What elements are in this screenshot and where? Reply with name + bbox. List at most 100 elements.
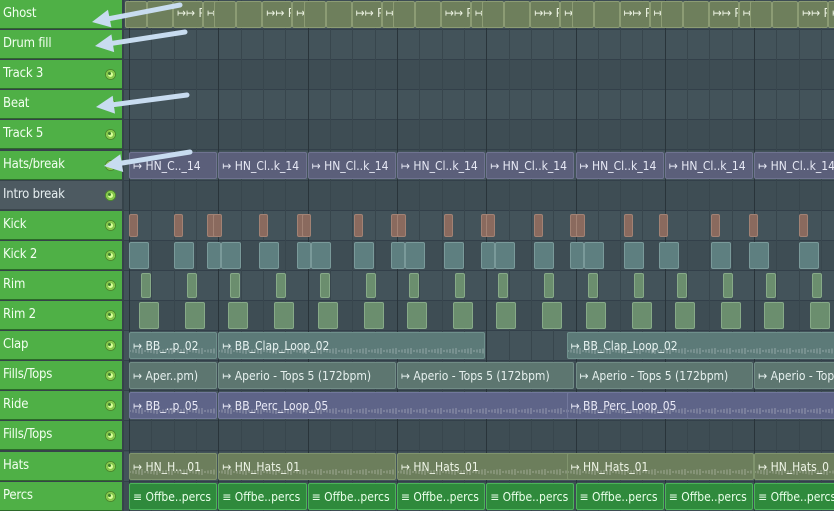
ride-clip[interactable]: ↦ BB_Perc_Loop_05	[218, 392, 576, 420]
rim-clip[interactable]	[408, 272, 419, 298]
track-mute-led-icon[interactable]	[106, 130, 115, 140]
playlist-lane[interactable]	[124, 421, 834, 452]
kick2-clip[interactable]	[584, 241, 604, 269]
kick2-clip[interactable]	[391, 241, 405, 269]
track-mute-led-icon[interactable]	[106, 311, 115, 320]
track-header[interactable]: Rim 2	[0, 301, 122, 330]
kick2-clip[interactable]	[624, 241, 644, 269]
ghost-pattern-clip[interactable]	[682, 1, 709, 29]
rim2-clip[interactable]	[810, 302, 831, 330]
track-mute-led-icon[interactable]	[106, 100, 115, 110]
ghost-pattern-clip[interactable]: ↦ P	[828, 1, 834, 29]
rim-clip[interactable]	[187, 272, 197, 298]
kick2-clip[interactable]	[711, 241, 731, 269]
rim-clip[interactable]	[230, 272, 241, 298]
percs-clip[interactable]: ≡ Offbe..percs	[218, 482, 307, 510]
percs-clip[interactable]: ≡ Offbe..percs	[486, 482, 575, 510]
ghost-pattern-clip[interactable]: ↦↦ P..	[708, 1, 739, 29]
rim-clip[interactable]	[319, 272, 330, 298]
playlist-lane[interactable]	[124, 120, 834, 151]
ghost-pattern-clip[interactable]	[414, 1, 441, 29]
rim2-clip[interactable]	[674, 302, 695, 330]
playlist-lane[interactable]	[124, 180, 834, 211]
hats-break-clip[interactable]: ↦ HN_Cl..k_14	[307, 151, 396, 179]
track-header[interactable]: Intro break	[0, 180, 122, 210]
hats-break-clip[interactable]: ↦ HN_C.._14	[129, 151, 218, 179]
track-header[interactable]: Ride	[0, 391, 122, 421]
kick-clip[interactable]	[259, 213, 268, 237]
ghost-pattern-clip[interactable]	[772, 1, 799, 29]
kick2-clip[interactable]	[799, 241, 819, 269]
rim2-clip[interactable]	[542, 302, 563, 330]
kick2-clip[interactable]	[311, 241, 331, 269]
rim-clip[interactable]	[498, 272, 509, 298]
playlist-lane[interactable]	[124, 210, 834, 241]
ghost-pattern-clip[interactable]	[504, 1, 531, 29]
hats-clip[interactable]: ↦ HN_H.._01	[129, 452, 218, 480]
rim2-clip[interactable]	[363, 302, 384, 330]
playlist-lane[interactable]	[124, 30, 834, 61]
ghost-pattern-clip[interactable]: ↦↦ P..	[262, 1, 293, 29]
kick2-clip[interactable]	[129, 241, 149, 269]
percs-clip[interactable]: ≡ Offbe..percs	[754, 482, 834, 510]
track-mute-led-icon[interactable]	[106, 461, 115, 471]
hats-break-clip[interactable]: ↦ HN_Cl..k_14	[754, 151, 834, 179]
rim-clip[interactable]	[812, 272, 823, 298]
hats-break-clip[interactable]: ↦ HN_Cl..k_14	[218, 151, 307, 179]
ghost-pattern-clip[interactable]	[750, 1, 773, 29]
playlist-lane[interactable]	[124, 90, 834, 121]
ghost-pattern-clip[interactable]	[593, 1, 620, 29]
track-header[interactable]: Rim	[0, 270, 122, 300]
hats-clip[interactable]: ↦ HN_Hats_01	[396, 452, 575, 480]
track-header[interactable]: Fills/Tops	[0, 361, 122, 391]
track-header[interactable]: Ghost	[0, 0, 122, 29]
kick2-clip[interactable]	[534, 241, 554, 269]
kick2-clip[interactable]	[495, 241, 515, 269]
rim2-clip[interactable]	[274, 302, 295, 330]
hats-clip[interactable]: ↦ HN_Hats_0	[754, 452, 834, 480]
kick2-clip[interactable]	[221, 241, 241, 269]
track-mute-led-icon[interactable]	[106, 220, 115, 230]
track-header[interactable]: Track 5	[0, 120, 122, 150]
ride-clip[interactable]: ↦ BB_..p_05	[129, 392, 218, 420]
fills-tops-clip[interactable]: ↦ Aperio - Tops 5 (172bpm)	[218, 362, 396, 390]
rim2-clip[interactable]	[631, 302, 652, 330]
ghost-pattern-clip[interactable]	[660, 1, 683, 29]
kick2-clip[interactable]	[259, 241, 279, 269]
ride-clip[interactable]: ↦ BB_Perc_Loop_05	[566, 392, 834, 420]
track-mute-led-icon[interactable]	[106, 190, 115, 200]
rim2-clip[interactable]	[139, 302, 159, 330]
fills-tops-clip[interactable]: ↦ Aperio - Tops 5 (172bpm)	[575, 362, 754, 390]
rim2-clip[interactable]	[317, 302, 338, 330]
kick-clip[interactable]	[486, 213, 495, 237]
ghost-pattern-clip[interactable]	[571, 1, 594, 29]
kick-clip[interactable]	[129, 213, 138, 237]
playlist-lane[interactable]	[124, 60, 834, 91]
fills-tops-clip[interactable]: ↦ Aperio - Top	[754, 362, 834, 390]
kick-clip[interactable]	[624, 213, 633, 237]
track-header[interactable]: Hats	[0, 451, 122, 481]
percs-clip[interactable]: ≡ Offbe..percs	[575, 482, 664, 510]
kick-clip[interactable]	[749, 213, 758, 237]
clap-clip[interactable]: ↦ BB_Clap_Loop_02	[218, 332, 485, 360]
hats-break-clip[interactable]: ↦ HN_Cl..k_14	[486, 151, 575, 179]
ghost-pattern-clip[interactable]: ↦↦ P..	[619, 1, 650, 29]
percs-clip[interactable]: ≡ Offbe..percs	[396, 482, 486, 510]
track-header[interactable]: Kick 2	[0, 240, 122, 270]
kick-clip[interactable]	[659, 213, 668, 237]
rim2-clip[interactable]	[452, 302, 473, 330]
hats-clip[interactable]: ↦ HN_Hats_01	[218, 452, 396, 480]
rim-clip[interactable]	[722, 272, 733, 298]
rim2-clip[interactable]	[720, 302, 741, 330]
kick-clip[interactable]	[576, 213, 585, 237]
kick2-clip[interactable]	[444, 241, 464, 269]
track-mute-led-icon[interactable]	[106, 160, 115, 170]
kick2-clip[interactable]	[570, 241, 584, 269]
rim2-clip[interactable]	[228, 302, 249, 330]
ghost-pattern-clip[interactable]	[482, 1, 505, 29]
ghost-pattern-clip[interactable]	[236, 1, 263, 29]
ghost-pattern-clip[interactable]	[303, 1, 326, 29]
rim2-clip[interactable]	[764, 302, 785, 330]
track-mute-led-icon[interactable]	[106, 70, 115, 80]
track-mute-led-icon[interactable]	[106, 280, 115, 290]
